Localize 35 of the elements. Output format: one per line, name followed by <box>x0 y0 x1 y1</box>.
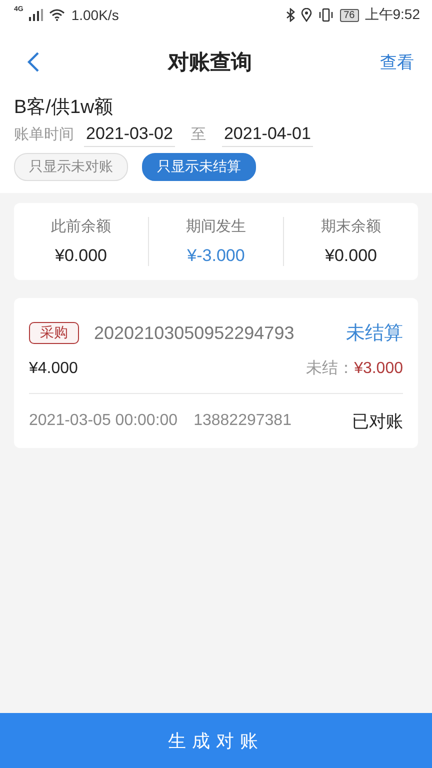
reconcile-status: 已对账 <box>352 410 403 432</box>
view-button[interactable]: 查看 <box>380 50 414 74</box>
phone-number: 13882297381 <box>194 412 292 430</box>
order-number: 20202103050952294793 <box>94 322 296 344</box>
summary-value: ¥0.000 <box>325 246 377 266</box>
back-icon[interactable] <box>26 51 40 73</box>
signal-icon <box>29 9 44 21</box>
date-separator: 至 <box>190 125 206 144</box>
summary-label: 期间发生 <box>186 217 246 236</box>
period-label: 账单时间 <box>14 125 74 144</box>
summary-label: 此前余额 <box>51 217 111 236</box>
vibrate-icon <box>318 8 334 22</box>
record-card[interactable]: 采购 20202103050952294793 未结算 ¥4.000 未结：¥3.000 2021-03-05 00:00:00 13882297381 已对账 <box>14 298 418 448</box>
generate-statement-button[interactable]: 生成对账 <box>0 713 432 768</box>
page-title: 对账查询 <box>166 50 253 76</box>
summary-label: 期末余额 <box>321 217 381 236</box>
summary-value: ¥-3.000 <box>187 246 245 266</box>
location-icon <box>300 8 312 22</box>
order-amount: ¥4.000 <box>29 360 78 378</box>
filter-chip[interactable]: 只显示未对账 <box>14 153 128 181</box>
unsettled-label: 未结： <box>306 358 354 379</box>
filter-chip[interactable]: 只显示未结算 <box>142 153 256 181</box>
summary-value: ¥0.000 <box>55 246 107 266</box>
settlement-status: 未结算 <box>346 322 403 346</box>
battery-level: 76 <box>340 8 359 22</box>
end-date-field[interactable]: 2021-04-01 <box>222 124 313 147</box>
network-speed: 1.00K/s <box>71 7 119 23</box>
account-name: B客/供1w额 <box>14 96 114 120</box>
clock: 上午9:52 <box>364 6 420 24</box>
bluetooth-icon <box>286 8 295 22</box>
start-date-field[interactable]: 2021-03-02 <box>84 124 175 147</box>
order-datetime: 2021-03-05 00:00:00 <box>29 412 178 430</box>
type-tag: 采购 <box>29 322 79 344</box>
unsettled-amount: ¥3.000 <box>354 360 403 378</box>
wifi-icon <box>49 9 66 21</box>
